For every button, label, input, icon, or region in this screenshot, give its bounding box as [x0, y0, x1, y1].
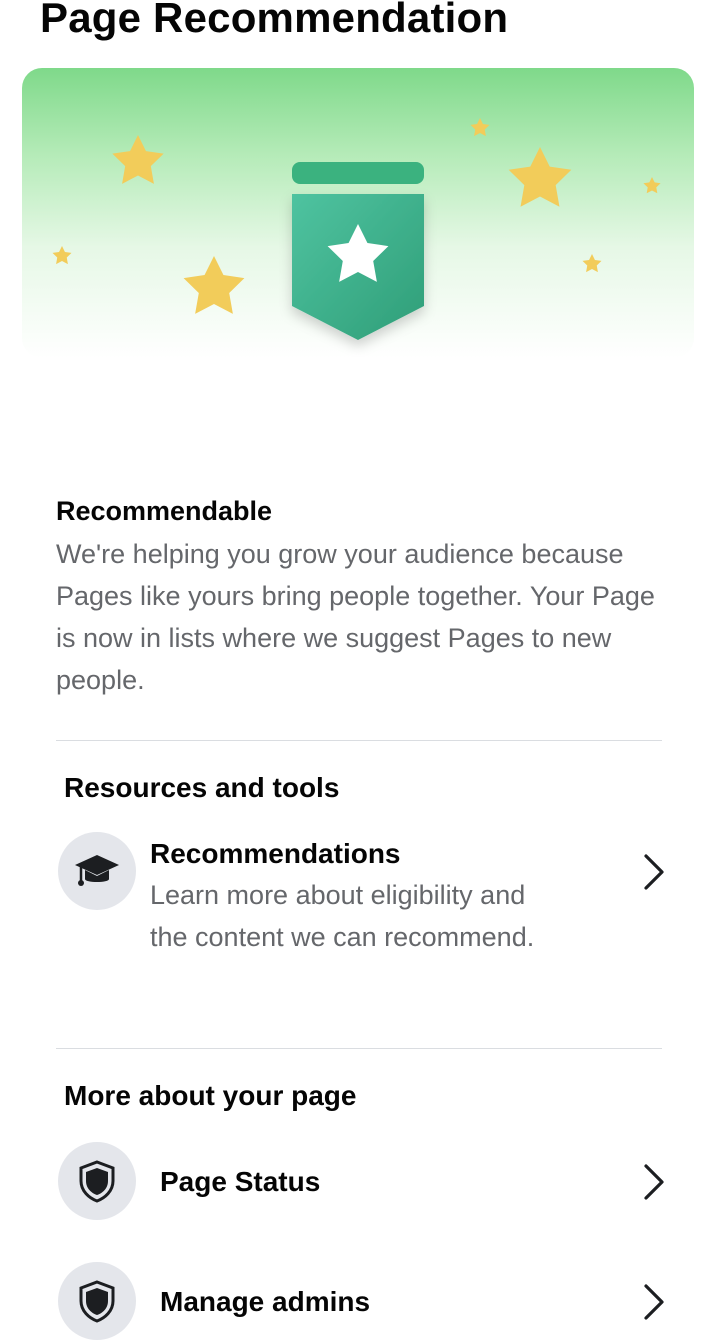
recommendations-description: Learn more about eligibility and the con…	[150, 880, 535, 952]
shield-icon	[79, 1280, 115, 1323]
divider	[56, 1048, 662, 1049]
divider	[56, 740, 662, 741]
star-badge-icon	[292, 162, 424, 340]
status-section: Recommendable We're helping you grow you…	[56, 493, 656, 701]
star-icon	[52, 246, 72, 265]
chevron-right-icon	[644, 854, 664, 890]
star-icon	[582, 254, 602, 273]
hero-illustration	[52, 118, 661, 340]
star-icon	[508, 147, 572, 207]
icon-container	[58, 1262, 136, 1340]
page-status-label: Page Status	[160, 1166, 321, 1197]
star-icon	[183, 256, 245, 314]
recommendations-label: Recommendations	[150, 838, 401, 869]
hero-banner	[22, 68, 694, 358]
icon-container	[58, 832, 136, 910]
icon-container	[58, 1142, 136, 1220]
star-icon	[643, 177, 661, 194]
graduation-cap-icon	[75, 855, 119, 886]
page-status-row[interactable]: Page Status	[56, 1142, 668, 1222]
more-title: More about your page	[64, 1080, 357, 1111]
resources-title: Resources and tools	[64, 772, 340, 803]
status-title: Recommendable	[56, 496, 273, 526]
recommendations-row[interactable]: Recommendations Learn more about eligibi…	[56, 832, 668, 1002]
shield-icon	[79, 1160, 115, 1203]
chevron-right-icon	[644, 1164, 664, 1200]
status-description: We're helping you grow your audience bec…	[56, 539, 655, 695]
manage-admins-label: Manage admins	[160, 1286, 371, 1317]
star-icon	[112, 135, 164, 184]
page: Page Recommendation Recommendable We're …	[0, 0, 716, 1344]
chevron-right-icon	[644, 1284, 664, 1320]
page-title: Page Recommendation	[40, 0, 509, 41]
star-icon	[470, 118, 490, 137]
manage-admins-row[interactable]: Manage admins	[56, 1262, 668, 1342]
